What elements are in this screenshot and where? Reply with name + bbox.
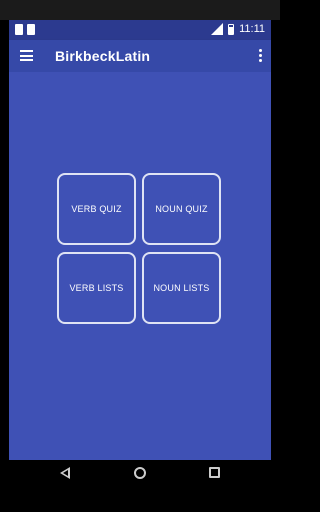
- recents-icon[interactable]: [209, 467, 220, 478]
- back-icon[interactable]: [60, 467, 70, 479]
- main-content: VERB QUIZ NOUN QUIZ VERB LISTS NOUN LIST…: [9, 72, 271, 460]
- device-bezel-top: [0, 0, 280, 20]
- more-vert-icon[interactable]: [257, 49, 263, 63]
- battery-icon: [228, 23, 235, 35]
- noun-lists-button[interactable]: NOUN LISTS: [142, 252, 221, 324]
- noun-quiz-button[interactable]: NOUN QUIZ: [142, 173, 221, 245]
- verb-quiz-button[interactable]: VERB QUIZ: [57, 173, 136, 245]
- navigation-bar: [0, 460, 280, 512]
- app-title: BirkbeckLatin: [55, 48, 151, 64]
- home-icon[interactable]: [134, 467, 146, 479]
- verb-lists-button[interactable]: VERB LISTS: [57, 252, 136, 324]
- signal-icon: [211, 23, 224, 35]
- hamburger-menu-icon[interactable]: [20, 50, 33, 61]
- status-bar: 11:11: [9, 20, 271, 40]
- app-bar: BirkbeckLatin: [9, 40, 271, 72]
- status-time: 11:11: [239, 23, 265, 35]
- sd-card-icon: [27, 24, 35, 35]
- notification-icon: [15, 24, 23, 35]
